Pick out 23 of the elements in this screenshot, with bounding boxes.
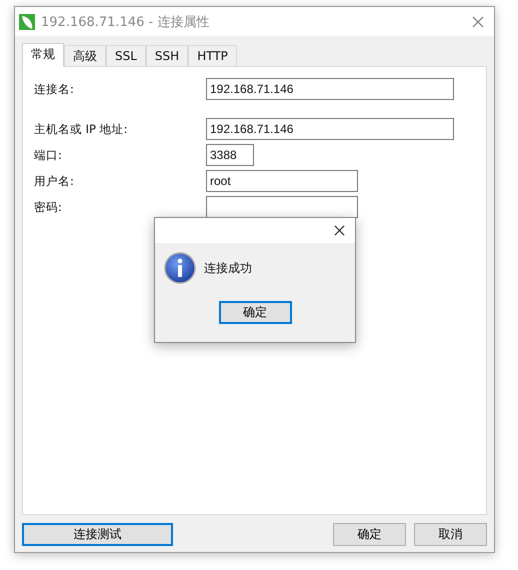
tab[interactable]: 高级: [64, 45, 106, 66]
window-title: 192.168.71.146 - 连接属性: [41, 14, 210, 30]
tab[interactable]: 常规: [22, 43, 64, 67]
close-icon[interactable]: [334, 225, 345, 236]
field-label: 密码:: [34, 200, 63, 214]
field-label: 主机名或 IP 地址:: [34, 122, 129, 136]
ok-button[interactable]: 确定: [218, 301, 292, 324]
input-field[interactable]: root: [206, 170, 358, 192]
tab[interactable]: HTTP: [188, 45, 237, 66]
input-field[interactable]: 3388: [206, 144, 254, 166]
field-label: 用户名:: [34, 174, 75, 188]
cancel-button[interactable]: 取消: [414, 523, 487, 546]
info-icon: [164, 252, 196, 284]
leaf-icon: [19, 14, 35, 30]
field-label: 连接名:: [34, 82, 75, 96]
input-field[interactable]: 192.168.71.146: [206, 78, 454, 100]
message-text: 连接成功: [204, 260, 252, 276]
ok-button[interactable]: 确定: [333, 523, 406, 546]
test-connection-button[interactable]: 连接测试: [22, 523, 173, 546]
input-field[interactable]: 192.168.71.146: [206, 118, 454, 140]
tab[interactable]: SSH: [146, 45, 188, 66]
tab[interactable]: SSL: [106, 45, 146, 66]
field-label: 端口:: [34, 148, 63, 162]
